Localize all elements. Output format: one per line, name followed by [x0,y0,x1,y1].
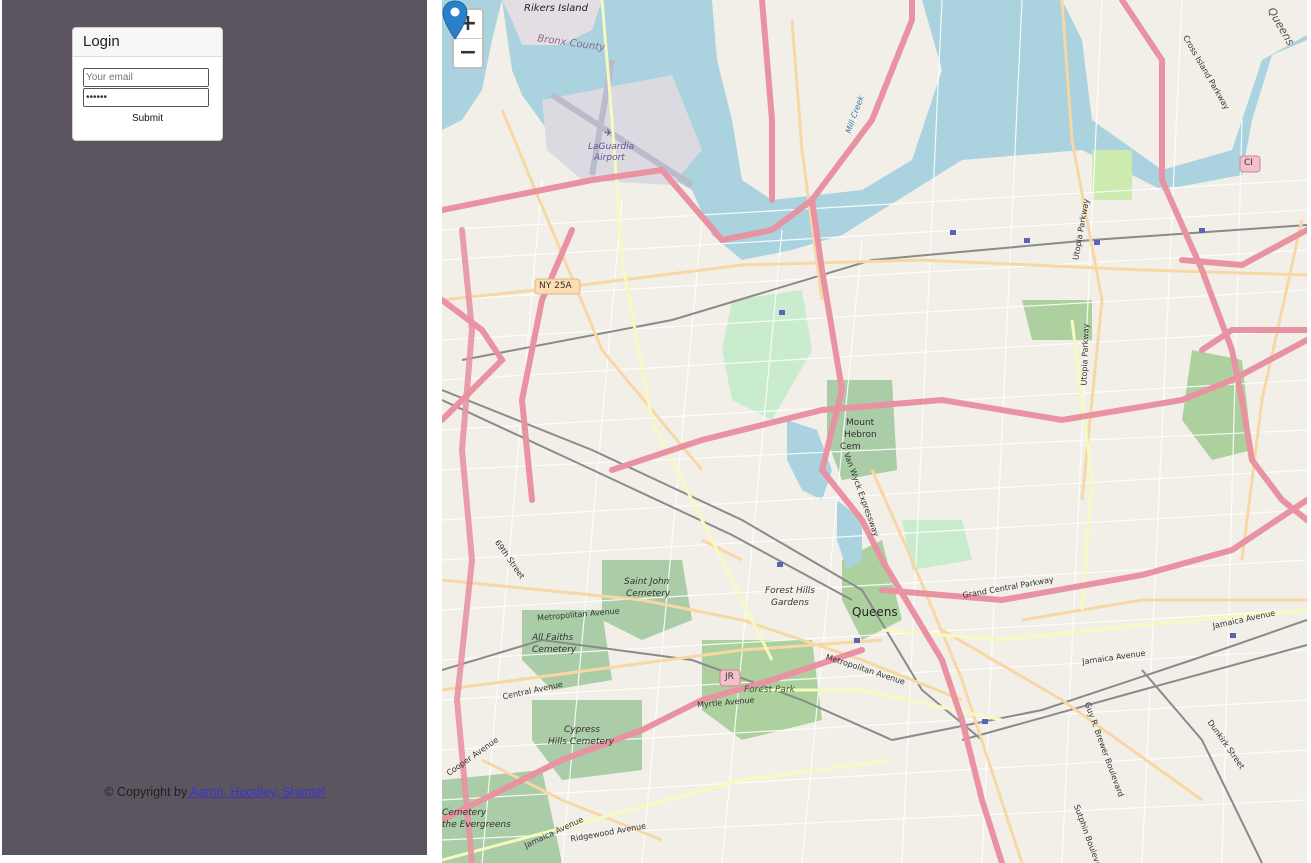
submit-button[interactable]: Submit [73,113,222,124]
airport-icon: ✈ [604,128,613,139]
map-view[interactable]: Rikers Island Bronx County ✈ LaGuardia A… [442,0,1307,863]
map-label-cypress: Cypress [564,725,600,735]
zoom-out-button[interactable]: − [454,39,482,67]
password-field[interactable] [83,88,209,107]
login-card: Login Submit [72,27,223,141]
map-label-airport: Airport [594,153,625,163]
map-label-hebron: Hebron [844,430,877,440]
copyright-text: © Copyright by [104,785,188,799]
sidebar-panel: Login Submit © Copyright by Aaron, Hoodl… [2,0,427,855]
map-label-forest-park: Forest Park [744,685,795,695]
route-shield-ci: CI [1244,158,1253,168]
map-label-rikers: Rikers Island [524,3,588,14]
map-label-laguardia: LaGuardia [588,142,635,152]
map-label-saint-john: Saint John [624,577,670,587]
map-label-queens: Queens [852,605,898,619]
map-label-mount: Mount [846,418,875,428]
route-shield-jr: JR [725,672,734,682]
email-field[interactable] [83,68,209,87]
map-label-gardens: Gardens [771,598,809,608]
location-marker-icon[interactable] [442,0,468,40]
route-shield-ny25a: NY 25A [539,281,572,291]
map-label-forest-hills: Forest Hills [765,586,815,596]
map-label-the-evergreens: the Evergreens [442,820,511,830]
map-label-all-faiths: All Faiths [532,633,574,643]
login-title: Login [73,28,222,57]
map-label-all-faiths-cemetery: Cemetery [532,645,577,655]
authors-link[interactable]: Aaron, Hoodley, Shantel [187,785,325,799]
map-label-saint-john-cemetery: Cemetery [626,589,671,599]
map-label-cypress-cemetery: Hills Cemetery [548,737,615,747]
map-label-cemetery-evergreens: Cemetery [442,808,487,818]
copyright-footer: © Copyright by Aaron, Hoodley, Shantel [2,785,427,799]
